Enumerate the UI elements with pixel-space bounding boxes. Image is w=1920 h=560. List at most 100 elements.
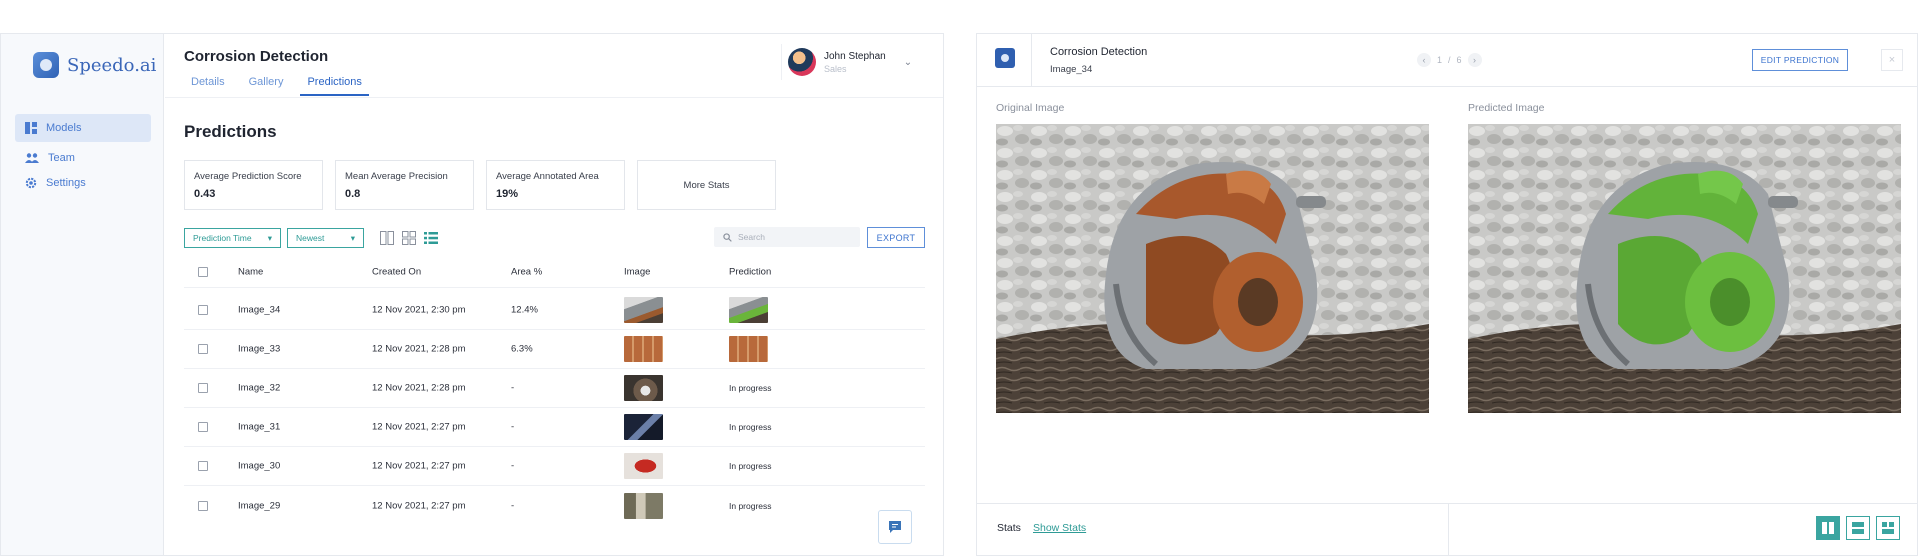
search-input[interactable]: Search xyxy=(714,227,860,247)
tab-gallery[interactable]: Gallery xyxy=(242,76,291,96)
preview-title: Corrosion Detection xyxy=(1050,46,1148,58)
image-thumbnail[interactable] xyxy=(624,492,663,519)
row-name: Image_29 xyxy=(238,500,281,511)
search-placeholder: Search xyxy=(738,232,765,242)
stat-label: Mean Average Precision xyxy=(345,171,448,182)
table-row[interactable]: Image_29 12 Nov 2021, 2:27 pm - In progr… xyxy=(184,486,925,525)
row-area: - xyxy=(511,382,515,394)
more-stats-button[interactable]: More Stats xyxy=(637,160,776,210)
divider xyxy=(165,97,943,98)
pager: ‹ 1 / 6 › xyxy=(1417,53,1482,67)
row-area: 12.4% xyxy=(511,304,538,316)
avatar xyxy=(788,48,816,76)
brand-logo[interactable]: Speedo.ai xyxy=(33,52,156,78)
app-window: Speedo.ai Models Team Settings Corrosion… xyxy=(0,33,944,556)
sort-field-select[interactable]: Prediction Time ▾ xyxy=(184,228,281,248)
sidebar-item-label: Models xyxy=(46,122,82,134)
row-created: 12 Nov 2021, 2:27 pm xyxy=(372,421,466,433)
sidebar-item-models[interactable]: Models xyxy=(15,114,151,142)
original-image xyxy=(996,124,1429,413)
grid-view-icon[interactable] xyxy=(402,231,416,245)
show-stats-link[interactable]: Show Stats xyxy=(1033,522,1086,534)
pager-total: 6 xyxy=(1456,55,1462,65)
column-header-created[interactable]: Created On xyxy=(372,266,421,277)
prediction-status: In progress xyxy=(729,500,772,511)
export-button[interactable]: EXPORT xyxy=(867,227,925,248)
column-header-area[interactable]: Area % xyxy=(511,266,542,277)
user-menu[interactable]: John Stephan Sales ⌄ xyxy=(781,44,927,80)
row-checkbox[interactable] xyxy=(198,461,208,471)
prediction-status: In progress xyxy=(729,422,772,432)
prediction-thumbnail[interactable] xyxy=(729,297,768,323)
chevron-down-icon[interactable]: ⌄ xyxy=(904,57,912,68)
image-thumbnail[interactable] xyxy=(624,414,663,440)
row-created: 12 Nov 2021, 2:30 pm xyxy=(372,304,466,316)
table-row[interactable]: Image_32 12 Nov 2021, 2:28 pm - In progr… xyxy=(184,369,925,408)
caret-down-icon: ▾ xyxy=(350,232,355,243)
side-by-side-layout-button[interactable] xyxy=(1816,516,1840,540)
stat-card: Average Prediction Score 0.43 xyxy=(184,160,323,210)
chevron-left-icon[interactable]: ‹ xyxy=(1417,53,1431,67)
grid-layout-button[interactable] xyxy=(1876,516,1900,540)
table-row[interactable]: Image_33 12 Nov 2021, 2:28 pm 6.3% xyxy=(184,330,925,369)
table-row[interactable]: Image_31 12 Nov 2021, 2:27 pm - In progr… xyxy=(184,408,925,447)
row-area: - xyxy=(511,500,515,511)
table-header: Name Created On Area % Image Prediction xyxy=(184,256,925,288)
predicted-image xyxy=(1468,124,1901,413)
section-title: Predictions xyxy=(184,122,277,141)
stat-value: 19% xyxy=(496,188,519,200)
row-area: 6.3% xyxy=(511,343,533,355)
list-view-icon[interactable] xyxy=(424,231,438,245)
sidebar-item-settings[interactable]: Settings xyxy=(15,169,151,197)
row-name: Image_34 xyxy=(238,304,281,316)
sort-order-select[interactable]: Newest ▾ xyxy=(287,228,364,248)
row-checkbox[interactable] xyxy=(198,422,208,432)
team-icon xyxy=(25,153,39,163)
columns-view-icon[interactable] xyxy=(380,231,394,245)
row-created: 12 Nov 2021, 2:28 pm xyxy=(372,343,466,355)
select-value: Newest xyxy=(296,233,325,243)
stat-card: Mean Average Precision 0.8 xyxy=(335,160,474,210)
image-thumbnail[interactable] xyxy=(624,297,663,323)
tab-bar: Details Gallery Predictions xyxy=(184,76,379,96)
stacked-layout-button[interactable] xyxy=(1846,516,1870,540)
preview-footer: Stats Show Stats xyxy=(977,503,1917,556)
row-created: 12 Nov 2021, 2:28 pm xyxy=(372,382,466,394)
stat-value: 0.43 xyxy=(194,188,216,200)
table-row[interactable]: Image_34 12 Nov 2021, 2:30 pm 12.4% xyxy=(184,291,925,330)
divider xyxy=(1448,504,1449,556)
row-checkbox[interactable] xyxy=(198,383,208,393)
tab-details[interactable]: Details xyxy=(184,76,232,96)
chevron-right-icon[interactable]: › xyxy=(1467,53,1482,67)
row-area: - xyxy=(511,460,515,472)
preview-subtitle: Image_34 xyxy=(1050,64,1093,75)
pager-separator: / xyxy=(1448,55,1451,65)
divider xyxy=(1031,34,1032,87)
stat-label: Average Prediction Score xyxy=(194,171,302,182)
stat-label: Average Annotated Area xyxy=(496,171,599,182)
search-icon xyxy=(723,232,732,242)
logo-icon xyxy=(995,48,1015,68)
table-row[interactable]: Image_30 12 Nov 2021, 2:27 pm - In progr… xyxy=(184,447,925,486)
logo-icon xyxy=(33,52,59,78)
column-header-name[interactable]: Name xyxy=(238,266,263,277)
page-title: Corrosion Detection xyxy=(184,48,329,65)
pager-current: 1 xyxy=(1437,55,1443,65)
grid-layout-icon xyxy=(1882,522,1894,534)
image-thumbnail[interactable] xyxy=(624,336,663,362)
prediction-thumbnail[interactable] xyxy=(729,336,768,362)
row-checkbox[interactable] xyxy=(198,500,208,511)
chat-button[interactable] xyxy=(878,510,912,544)
close-icon[interactable]: × xyxy=(1881,49,1903,71)
prediction-status: In progress xyxy=(729,461,772,471)
stat-value: 0.8 xyxy=(345,188,361,200)
row-name: Image_31 xyxy=(238,421,281,433)
tab-predictions[interactable]: Predictions xyxy=(300,76,369,96)
image-thumbnail[interactable] xyxy=(624,375,663,401)
select-all-checkbox[interactable] xyxy=(198,266,208,277)
image-thumbnail[interactable] xyxy=(624,453,663,479)
sidebar-item-team[interactable]: Team xyxy=(15,144,151,172)
edit-prediction-button[interactable]: EDIT PREDICTION xyxy=(1752,49,1848,71)
row-checkbox[interactable] xyxy=(198,305,208,315)
row-checkbox[interactable] xyxy=(198,344,208,354)
